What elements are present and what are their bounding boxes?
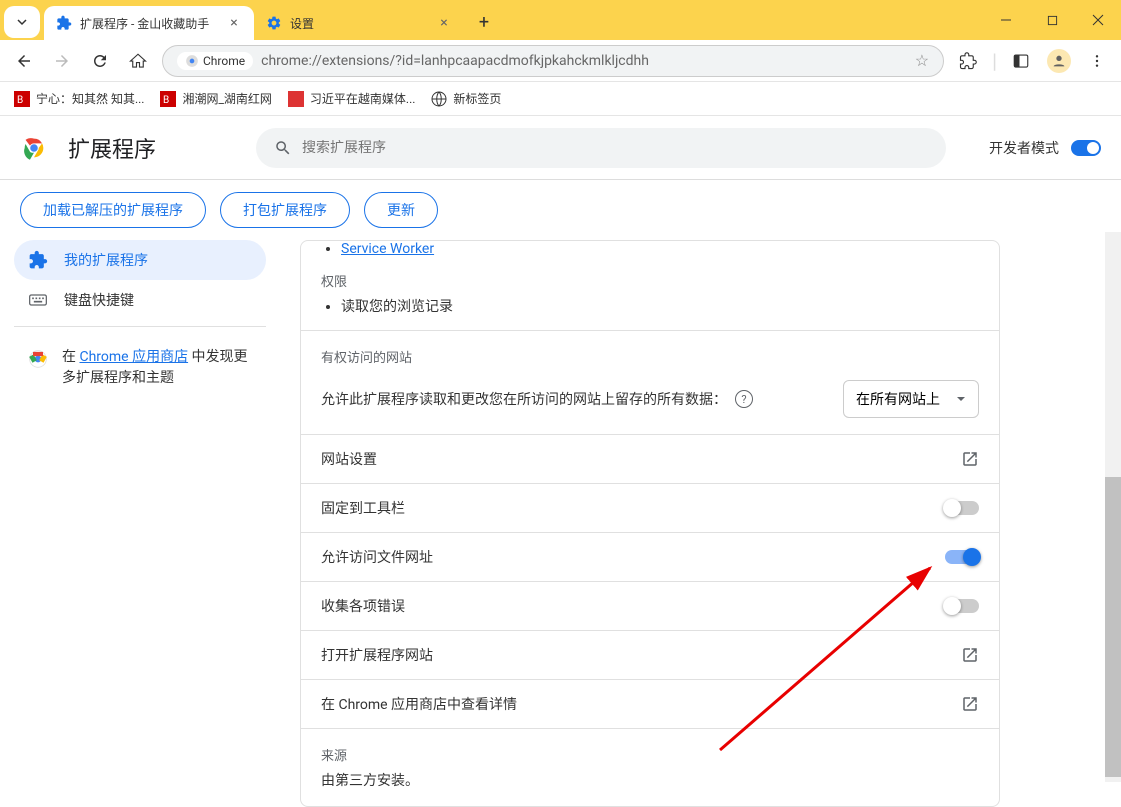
allow-file-urls-row: 允许访问文件网址 [301,532,999,581]
url-bar[interactable]: Chrome chrome://extensions/?id=lanhpcaap… [162,45,944,77]
url-text: chrome://extensions/?id=lanhpcaapacdmofk… [261,53,649,69]
service-worker-link[interactable]: Service Worker [341,241,434,257]
scrollbar-thumb[interactable] [1105,477,1121,777]
collect-errors-toggle[interactable] [945,599,979,613]
chevron-down-icon [16,16,28,28]
nav-forward-button[interactable] [48,47,76,75]
open-in-new-icon [961,695,979,713]
tab-close-button[interactable]: × [226,15,242,31]
keyboard-icon [28,290,48,310]
addressbar: Chrome chrome://extensions/?id=lanhpcaap… [0,40,1121,82]
globe-icon [431,91,447,107]
site-icon: B [160,91,176,107]
tab-close-button[interactable]: × [436,15,452,31]
browser-tab-inactive[interactable]: 设置 × [254,6,464,40]
site-icon [288,91,304,107]
site-access-section: 有权访问的网站 允许此扩展程序读取和更改您在所访问的网站上留存的所有数据： ? … [301,330,999,434]
help-icon[interactable]: ? [735,390,753,408]
extensions-actions: 加载已解压的扩展程序 打包扩展程序 更新 [0,180,1121,240]
nav-reload-button[interactable] [86,47,114,75]
bookmark-item[interactable]: B 湘潮网_湖南红网 [160,90,271,107]
tab-title: 设置 [290,15,428,32]
source-heading: 来源 [321,745,979,764]
bookmarks-bar: B 宁心：知其然 知其... B 湘潮网_湖南红网 习近平在越南媒体... 新标… [0,82,1121,116]
search-box[interactable] [256,128,946,168]
gear-icon [266,15,282,31]
site-icon: B [14,91,30,107]
extensions-header: 扩展程序 开发者模式 [0,116,1121,180]
profile-avatar[interactable] [1045,47,1073,75]
sidebar: 我的扩展程序 键盘快捷键 在 Chrome 应用商店 中发现更多扩展程序和主题 [0,240,280,784]
sidebar-item-shortcuts[interactable]: 键盘快捷键 [14,280,266,320]
nav-back-button[interactable] [10,47,38,75]
open-in-new-icon [961,646,979,664]
source-section: 来源 由第三方安装。 [301,728,999,806]
tab-search-button[interactable] [4,6,40,38]
new-tab-button[interactable]: + [470,8,498,36]
bookmark-item[interactable]: B 宁心：知其然 知其... [14,90,144,107]
nav-home-button[interactable] [124,47,152,75]
open-in-new-icon [961,450,979,468]
site-access-heading: 有权访问的网站 [321,347,979,366]
scrollbar-track[interactable] [1105,232,1121,782]
sidepanel-button[interactable] [1007,47,1035,75]
site-access-dropdown[interactable]: 在所有网站上 [843,380,979,418]
permissions-heading: 权限 [321,271,979,290]
open-extension-website-row[interactable]: 打开扩展程序网站 [301,630,999,679]
bookmark-item[interactable]: 新标签页 [431,90,501,107]
caret-down-icon [956,394,966,404]
page-title: 扩展程序 [68,132,156,164]
extension-icon [28,250,48,270]
tab-title: 扩展程序 - 金山收藏助手 [80,15,218,32]
window-titlebar: 扩展程序 - 金山收藏助手 × 设置 × + [0,0,1121,40]
view-in-webstore-row[interactable]: 在 Chrome 应用商店中查看详情 [301,679,999,728]
menu-button[interactable] [1083,47,1111,75]
website-settings-row[interactable]: 网站设置 [301,434,999,483]
pin-to-toolbar-row: 固定到工具栏 [301,483,999,532]
chrome-badge: Chrome [177,52,253,70]
window-close-button[interactable] [1075,0,1121,40]
svg-text:B: B [17,95,23,106]
window-maximize-button[interactable] [1029,0,1075,40]
developer-mode-toggle[interactable] [1071,140,1101,156]
search-input[interactable] [302,140,928,156]
browser-tab-active[interactable]: 扩展程序 - 金山收藏助手 × [44,6,254,40]
extension-icon [56,15,72,31]
permission-item: 读取您的浏览记录 [341,296,979,316]
svg-text:B: B [163,95,169,106]
sidebar-item-my-extensions[interactable]: 我的扩展程序 [14,240,266,280]
collect-errors-row: 收集各项错误 [301,581,999,630]
extensions-button[interactable] [954,47,982,75]
window-minimize-button[interactable] [983,0,1029,40]
bookmark-item[interactable]: 习近平在越南媒体... [288,90,416,107]
extension-detail-content: Service Worker 权限 读取您的浏览记录 有权访问的网站 允许此扩展… [280,240,1121,784]
update-button[interactable]: 更新 [364,192,438,228]
pack-extension-button[interactable]: 打包扩展程序 [220,192,350,228]
chrome-logo-icon [185,54,199,68]
search-icon [274,139,292,157]
load-unpacked-button[interactable]: 加载已解压的扩展程序 [20,192,206,228]
webstore-note: 在 Chrome 应用商店 中发现更多扩展程序和主题 [14,333,266,403]
chrome-logo-icon [20,134,48,162]
allow-file-urls-toggle[interactable] [945,550,979,564]
webstore-icon [28,349,48,369]
bookmark-star-button[interactable]: ☆ [915,51,929,70]
developer-mode-row: 开发者模式 [989,138,1101,158]
pin-to-toolbar-toggle[interactable] [945,501,979,515]
webstore-link[interactable]: Chrome 应用商店 [79,349,188,365]
